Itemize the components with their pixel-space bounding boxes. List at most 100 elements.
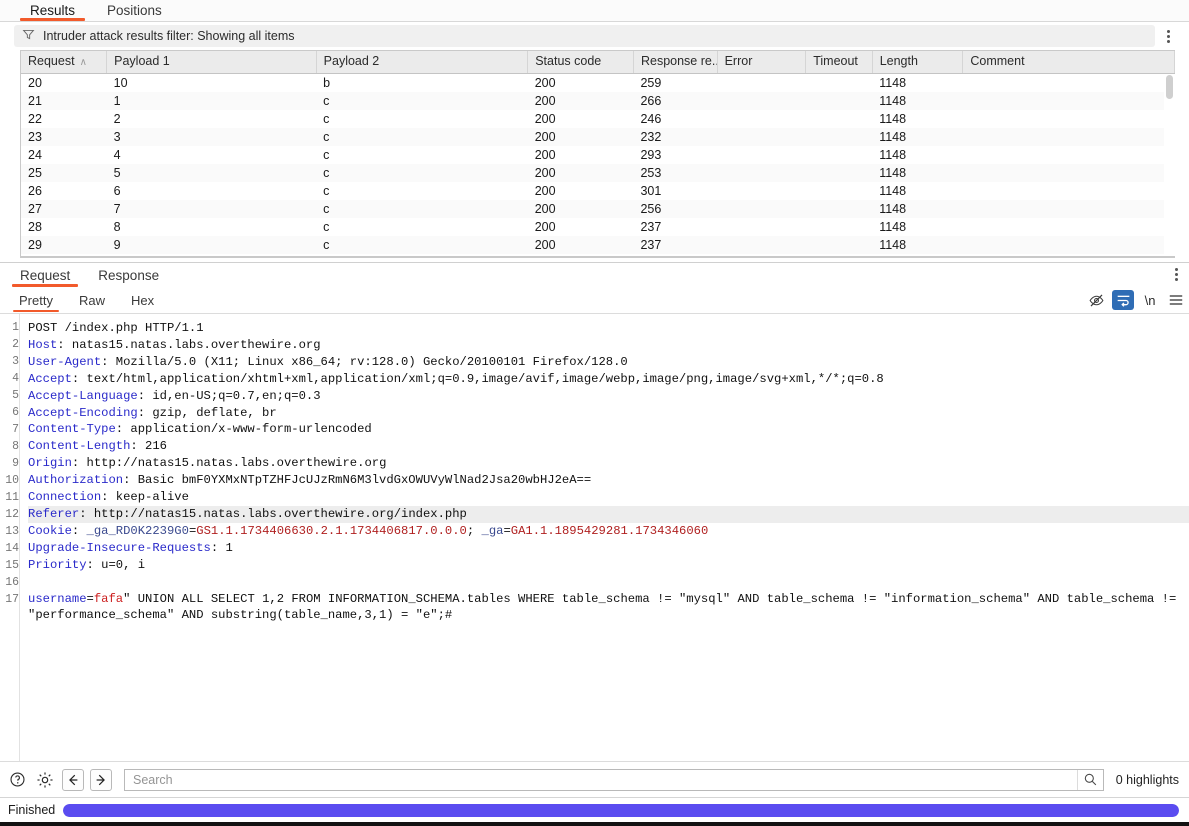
tab-request[interactable]: Request [6,263,84,287]
line-number: 8 [0,439,19,456]
results-filter-bar[interactable]: Intruder attack results filter: Showing … [14,25,1155,47]
cell-rtime: 232 [633,128,717,146]
cell-payload1: 7 [107,200,317,218]
results-options-menu-icon[interactable] [1155,25,1181,47]
cell-timeout [806,182,872,200]
cell-length: 1148 [872,236,963,254]
table-row[interactable]: 266c2003011148 [21,182,1175,200]
table-row[interactable]: 255c2002531148 [21,164,1175,182]
line-number: 9 [0,456,19,473]
table-row[interactable]: 277c2002561148 [21,200,1175,218]
cell-comment [963,218,1175,236]
cell-rtime: 253 [633,164,717,182]
cell-status: 200 [528,164,634,182]
results-vertical-scrollbar[interactable] [1164,74,1175,258]
table-row[interactable]: 2010b2002591148 [21,73,1175,92]
cell-payload1: 8 [107,218,317,236]
search-back-button[interactable] [62,769,84,791]
tab-positions[interactable]: Positions [91,0,178,21]
results-table-header: Request∧Payload 1Payload 2Status codeRes… [21,51,1175,73]
column-header-comment[interactable]: Comment [963,51,1175,73]
search-field[interactable] [124,769,1104,791]
results-scrollbar-thumb[interactable] [1166,75,1173,99]
request-line [28,574,1189,591]
results-table-container: Request∧Payload 1Payload 2Status codeRes… [20,50,1175,258]
window-bottom-edge [0,822,1189,826]
cell-request: 28 [21,218,107,236]
cell-status: 200 [528,110,634,128]
column-header-timeout[interactable]: Timeout [806,51,872,73]
request-line: Accept: text/html,application/xhtml+xml,… [28,371,1189,388]
attack-status-bar: Finished [0,798,1189,822]
line-number: 3 [0,354,19,371]
newline-toggle[interactable]: \n [1137,287,1163,313]
view-tab-pretty[interactable]: Pretty [6,287,66,313]
view-tab-raw[interactable]: Raw [66,287,118,313]
tab-response[interactable]: Response [84,263,173,287]
column-header-label: Comment [970,54,1024,68]
search-forward-button[interactable] [90,769,112,791]
table-row[interactable]: 299c2002371148 [21,236,1175,254]
line-number: 4 [0,371,19,388]
cell-comment [963,164,1175,182]
filter-row: Intruder attack results filter: Showing … [0,22,1189,50]
cell-rtime: 246 [633,110,717,128]
request-content[interactable]: POST /index.php HTTP/1.1Host: natas15.na… [20,314,1189,761]
cell-request: 20 [21,73,107,92]
word-wrap-icon[interactable] [1112,290,1134,310]
request-line: Origin: http://natas15.natas.labs.overth… [28,455,1189,472]
search-input[interactable] [125,773,1077,787]
column-header-status[interactable]: Status code [528,51,634,73]
cell-rtime: 266 [633,92,717,110]
table-row[interactable]: 288c2002371148 [21,218,1175,236]
tab-response-label: Response [98,268,159,283]
request-line: Accept-Encoding: gzip, deflate, br [28,405,1189,422]
message-options-menu-icon[interactable] [1163,263,1189,285]
column-header-payload1[interactable]: Payload 1 [107,51,317,73]
cell-error [717,218,806,236]
highlight-count: 0 highlights [1110,773,1179,787]
gear-icon[interactable] [34,769,56,791]
cell-request: 25 [21,164,107,182]
view-tab-hex[interactable]: Hex [118,287,167,313]
table-row[interactable]: 222c2002461148 [21,110,1175,128]
cell-payload2: c [316,146,528,164]
hamburger-menu-icon[interactable] [1163,287,1189,313]
view-strip-spacer [167,287,1083,313]
column-header-request[interactable]: Request∧ [21,51,107,73]
cell-comment [963,200,1175,218]
table-row[interactable]: 233c2002321148 [21,128,1175,146]
cell-rtime: 256 [633,200,717,218]
cell-length: 1148 [872,164,963,182]
column-header-rtime[interactable]: Response re... [633,51,717,73]
cell-payload2: c [316,92,528,110]
column-header-error[interactable]: Error [717,51,806,73]
cell-request: 22 [21,110,107,128]
column-header-length[interactable]: Length [872,51,963,73]
cell-request: 26 [21,182,107,200]
cell-status: 200 [528,73,634,92]
cell-error [717,128,806,146]
cell-timeout [806,218,872,236]
cell-request: 29 [21,236,107,254]
column-header-payload2[interactable]: Payload 2 [316,51,528,73]
magnifier-icon[interactable] [1077,770,1103,790]
cell-length: 1148 [872,218,963,236]
cell-status: 200 [528,182,634,200]
cell-error [717,236,806,254]
tab-results[interactable]: Results [14,0,91,21]
cell-payload2: c [316,236,528,254]
help-circle-icon[interactable] [6,769,28,791]
table-row[interactable]: 244c2002931148 [21,146,1175,164]
request-line: Referer: http://natas15.natas.labs.overt… [28,506,1189,523]
cell-rtime: 237 [633,236,717,254]
funnel-icon [22,28,35,44]
request-editor[interactable]: 1234567891011121314151617 POST /index.ph… [0,314,1189,762]
cell-comment [963,236,1175,254]
newline-label: \n [1145,293,1156,308]
sort-ascending-icon: ∧ [80,57,87,68]
results-table-body: 2010b2002591148211c2002661148222c2002461… [21,73,1175,258]
eye-off-icon[interactable] [1083,287,1109,313]
table-row[interactable]: 211c2002661148 [21,92,1175,110]
cell-length: 1148 [872,146,963,164]
